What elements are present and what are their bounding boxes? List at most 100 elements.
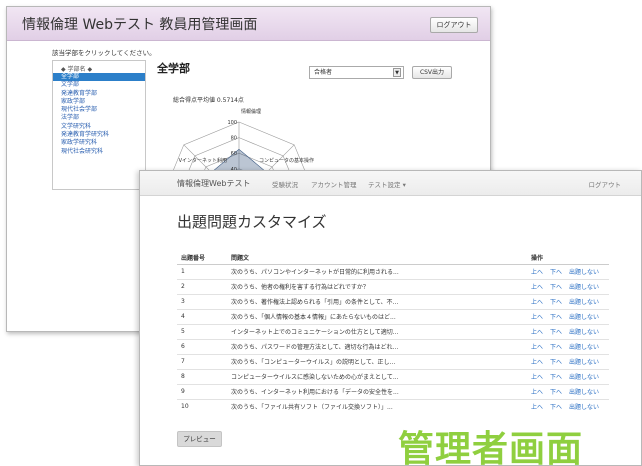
row-operations: 上へ 下へ 出題しない [527, 353, 609, 369]
hide-question-link[interactable]: 出題しない [569, 299, 599, 306]
radar-tick-label: 100 [227, 120, 237, 126]
teacher-admin-title: 情報倫理 Webテスト 教員用管理画面 [22, 17, 258, 33]
hide-question-link[interactable]: 出題しない [569, 389, 599, 396]
move-down-link[interactable]: 下へ [550, 359, 562, 366]
move-down-link[interactable]: 下へ [550, 344, 562, 351]
move-up-link[interactable]: 上へ [531, 359, 543, 366]
teacher-admin-header: 情報倫理 Webテスト 教員用管理画面 ログアウト [7, 7, 490, 41]
column-header-operation: 操作 [527, 251, 609, 265]
hide-question-link[interactable]: 出題しない [569, 344, 599, 351]
question-text: コンピューターウイルスに感染しないための心がまえとして... [227, 368, 527, 384]
department-title: 全学部 [157, 62, 190, 75]
move-up-link[interactable]: 上へ [531, 404, 543, 411]
question-number: 5 [177, 323, 227, 339]
move-up-link[interactable]: 上へ [531, 299, 543, 306]
radar-axis-label: 情報倫理 [241, 108, 261, 115]
row-operations: 上へ 下へ 出題しない [527, 338, 609, 354]
table-row: 8 コンピューターウイルスに感染しないための心がまえとして... 上へ 下へ 出題しない [177, 368, 609, 384]
question-text: 次のうち、「コンピューターウイルス」の説明として、正し... [227, 353, 527, 369]
row-operations: 上へ 下へ 出題しない [527, 368, 609, 384]
move-up-link[interactable]: 上へ [531, 314, 543, 321]
question-number: 9 [177, 383, 227, 399]
table-row: 7 次のうち、「コンピューターウイルス」の説明として、正し... 上へ 下へ 出題しない [177, 353, 609, 369]
sidebar-item[interactable]: 家政学研究科 [53, 139, 145, 147]
move-up-link[interactable]: 上へ [531, 389, 543, 396]
move-down-link[interactable]: 下へ [550, 269, 562, 276]
sidebar-item[interactable]: 発達教育学部 [53, 90, 145, 98]
sidebar-header-label: 学部名 [67, 66, 86, 73]
row-operations: 上へ 下へ 出題しない [527, 308, 609, 324]
move-down-link[interactable]: 下へ [550, 299, 562, 306]
row-operations: 上へ 下へ 出題しない [527, 383, 609, 399]
hide-question-link[interactable]: 出題しない [569, 314, 599, 321]
move-down-link[interactable]: 下へ [550, 314, 562, 321]
sidebar-item[interactable]: 文学部 [53, 81, 145, 89]
department-sidebar: ◆ 学部名 ◆ 全学部 文学部 発達教育学部 家政学部 現代社会学部 法学部 文学研究科 発達… [52, 60, 146, 190]
row-operations: 上へ 下へ 出題しない [527, 263, 609, 279]
department-list: 全学部 文学部 発達教育学部 家政学部 現代社会学部 法学部 文学研究科 発達教育学研究科 家政… [53, 73, 145, 156]
sort-icon: ◆ [85, 66, 93, 73]
chevron-down-icon: ▼ [393, 68, 401, 77]
teacher-logout-button[interactable]: ログアウト [430, 17, 478, 33]
row-operations: 上へ 下へ 出題しない [527, 398, 609, 414]
admin-screen-caption: 管理者画面 [398, 429, 584, 466]
move-down-link[interactable]: 下へ [550, 389, 562, 396]
hide-question-link[interactable]: 出題しない [569, 359, 599, 366]
table-row: 10 次のうち、「ファイル共有ソフト（ファイル交換ソフト）」... 上へ 下へ 出題しな… [177, 398, 609, 414]
column-header-question: 問題文 [227, 251, 527, 265]
sidebar-item[interactable]: 法学部 [53, 114, 145, 122]
question-text: 次のうち、「ファイル共有ソフト（ファイル交換ソフト）」... [227, 398, 527, 414]
navbar: 情報倫理Webテスト 受験状況 アカウント管理 テスト設定 ▾ ログアウト [140, 171, 641, 196]
question-text: 次のうち、パスワードの管理方法として、適切な行為はどれ... [227, 338, 527, 354]
column-header-number: 出題番号 [177, 251, 227, 265]
row-operations: 上へ 下へ 出題しない [527, 323, 609, 339]
move-down-link[interactable]: 下へ [550, 284, 562, 291]
hide-question-link[interactable]: 出題しない [569, 404, 599, 411]
table-row: 6 次のうち、パスワードの管理方法として、適切な行為はどれ... 上へ 下へ 出題しない [177, 338, 609, 354]
logout-link[interactable]: ログアウト [589, 179, 622, 189]
question-text: インターネット上でのコミュニケーションの仕方として適切... [227, 323, 527, 339]
question-number: 6 [177, 338, 227, 354]
nav-test-settings[interactable]: テスト設定 ▾ [368, 179, 406, 189]
filter-select[interactable]: 合格者 ▼ [309, 66, 404, 79]
move-down-link[interactable]: 下へ [550, 374, 562, 381]
move-up-link[interactable]: 上へ [531, 269, 543, 276]
move-up-link[interactable]: 上へ [531, 329, 543, 336]
question-text: 次のうち、「個人情報の基本４情報」にあたらないものはど... [227, 308, 527, 324]
sidebar-header: ◆ 学部名 ◆ [53, 61, 145, 73]
preview-button[interactable]: プレビュー [177, 431, 222, 447]
move-down-link[interactable]: 下へ [550, 329, 562, 336]
table-header-row: 出題番号 問題文 操作 [177, 251, 609, 265]
move-up-link[interactable]: 上へ [531, 344, 543, 351]
question-number: 2 [177, 278, 227, 294]
row-operations: 上へ 下へ 出題しない [527, 293, 609, 309]
question-number: 10 [177, 398, 227, 414]
table-row: 5 インターネット上でのコミュニケーションの仕方として適切... 上へ 下へ 出題しない [177, 323, 609, 339]
question-text: 次のうち、著作権法上認められる「引用」の条件として、不... [227, 293, 527, 309]
sidebar-item[interactable]: 現代社会研究科 [53, 148, 145, 156]
nav-account-management[interactable]: アカウント管理 [311, 179, 357, 189]
radar-tick-label: 80 [231, 136, 237, 142]
brand-link[interactable]: 情報倫理Webテスト [177, 178, 250, 189]
table-row: 1 次のうち、パソコンやインターネットが日常的に利用される... 上へ 下へ 出題しない [177, 263, 609, 279]
table-row: 3 次のうち、著作権法上認められる「引用」の条件として、不... 上へ 下へ 出題しない [177, 293, 609, 309]
average-score: 総合得点平均値 0.5714点 [173, 97, 244, 104]
sidebar-item[interactable]: 文学研究科 [53, 123, 145, 131]
hide-question-link[interactable]: 出題しない [569, 269, 599, 276]
row-operations: 上へ 下へ 出題しない [527, 278, 609, 294]
move-up-link[interactable]: 上へ [531, 284, 543, 291]
radar-axis-label: コンピュータの基本操作 [259, 157, 314, 164]
move-down-link[interactable]: 下へ [550, 404, 562, 411]
hide-question-link[interactable]: 出題しない [569, 374, 599, 381]
question-number: 1 [177, 263, 227, 279]
table-row: 9 次のうち、インターネット利用における「データの安全性を... 上へ 下へ 出題しない [177, 383, 609, 399]
hide-question-link[interactable]: 出題しない [569, 284, 599, 291]
sidebar-item[interactable]: 家政学部 [53, 98, 145, 106]
hide-question-link[interactable]: 出題しない [569, 329, 599, 336]
radar-tick-label: 60 [231, 151, 237, 157]
instruction-text: 該当学部をクリックしてください。 [52, 49, 156, 57]
question-number: 8 [177, 368, 227, 384]
nav-exam-status[interactable]: 受験状況 [272, 179, 298, 189]
move-up-link[interactable]: 上へ [531, 374, 543, 381]
csv-export-button[interactable]: CSV出力 [412, 66, 452, 79]
